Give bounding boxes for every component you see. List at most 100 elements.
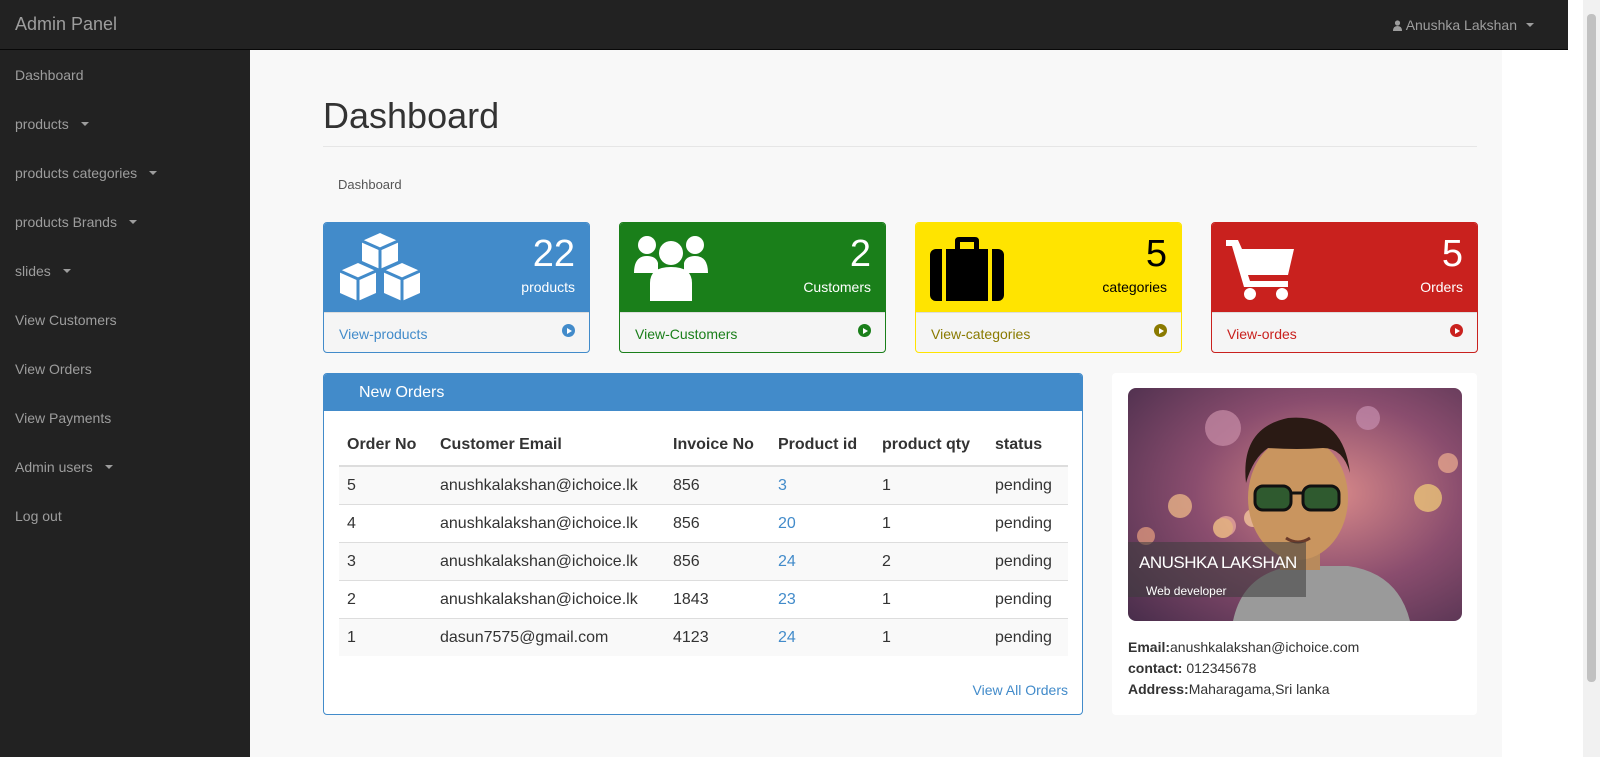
product-id-link[interactable]: 3: [778, 477, 787, 494]
view-orders-link[interactable]: View-ordes: [1212, 312, 1477, 352]
profile-email-row: Email:anushkalakshan@ichoice.com: [1128, 637, 1359, 658]
stat-card-customers: 2 Customers View-Customers: [619, 222, 886, 353]
order-no-cell: 2: [339, 580, 432, 619]
invoice-no-cell: 856: [665, 504, 770, 543]
briefcase-icon: [930, 237, 1004, 301]
stat-value: 5: [1441, 233, 1463, 275]
top-navbar: Admin Panel Anushka Lakshan: [0, 0, 1568, 50]
sidebar: Dashboard products products categories p…: [0, 50, 250, 757]
view-all-orders-link[interactable]: View All Orders: [973, 682, 1068, 698]
user-icon: [1392, 19, 1402, 31]
profile-info: Email:anushkalakshan@ichoice.com contact…: [1128, 637, 1359, 700]
sidebar-item-label: products: [15, 116, 69, 132]
address-label: Address:: [1128, 681, 1189, 697]
stat-link-label: View-categories: [931, 326, 1031, 342]
order-no-cell: 5: [339, 465, 432, 505]
sidebar-item-label: Dashboard: [15, 67, 84, 83]
customer-email-cell: anushkalakshan@ichoice.lk: [432, 580, 665, 619]
column-header: Order No: [339, 426, 432, 467]
view-products-link[interactable]: View-products: [324, 312, 589, 352]
table-row: 4 anushkalakshan@ichoice.lk 856 20 1 pen…: [339, 504, 1068, 543]
arrow-circle-right-icon: [562, 324, 575, 337]
main-content: Dashboard Dashboard 22 products View-pro…: [250, 50, 1502, 757]
stat-card-orders: 5 Orders View-ordes: [1211, 222, 1478, 353]
stat-value: 5: [1145, 233, 1167, 275]
email-value: anushkalakshan@ichoice.com: [1170, 639, 1360, 655]
sidebar-item-label: products categories: [15, 165, 138, 181]
cart-icon: [1226, 240, 1294, 300]
product-qty-cell: 1: [874, 465, 987, 505]
panel-title: New Orders: [324, 374, 1082, 411]
order-no-cell: 3: [339, 542, 432, 581]
product-id-link[interactable]: 20: [778, 515, 796, 532]
brand-link[interactable]: Admin Panel: [15, 14, 117, 35]
customer-email-cell: anushkalakshan@ichoice.lk: [432, 504, 665, 543]
sidebar-item-admin-users[interactable]: Admin users: [0, 442, 250, 491]
invoice-no-cell: 1843: [665, 580, 770, 619]
sidebar-item-products-brands[interactable]: products Brands: [0, 197, 250, 246]
sidebar-item-view-customers[interactable]: View Customers: [0, 295, 250, 344]
table-row: 1 dasun7575@gmail.com 4123 24 1 pending: [339, 618, 1068, 656]
sidebar-item-products-categories[interactable]: products categories: [0, 148, 250, 197]
stat-link-label: View-Customers: [635, 326, 738, 342]
product-id-link[interactable]: 24: [778, 553, 796, 570]
view-customers-link[interactable]: View-Customers: [620, 312, 885, 352]
scrollbar[interactable]: [1583, 0, 1600, 757]
sidebar-item-label: Admin users: [15, 459, 93, 475]
stat-label: products: [521, 279, 575, 295]
column-header: Invoice No: [665, 426, 770, 467]
arrow-circle-right-icon: [1450, 324, 1463, 337]
product-id-link[interactable]: 24: [778, 629, 796, 646]
sidebar-item-log-out[interactable]: Log out: [0, 491, 250, 540]
table-header-row: Order No Customer Email Invoice No Produ…: [339, 426, 1068, 467]
invoice-no-cell: 856: [665, 542, 770, 581]
sidebar-item-dashboard[interactable]: Dashboard: [0, 50, 250, 99]
sidebar-item-slides[interactable]: slides: [0, 246, 250, 295]
status-cell: pending: [987, 504, 1068, 543]
chevron-down-icon: [80, 122, 89, 126]
user-name: Anushka Lakshan: [1405, 17, 1517, 33]
sidebar-item-view-orders[interactable]: View Orders: [0, 344, 250, 393]
contact-label: contact:: [1128, 660, 1183, 676]
profile-name: ANUSHKA LAKSHAN: [1139, 553, 1297, 572]
sidebar-item-label: View Orders: [15, 361, 92, 377]
sidebar-item-label: slides: [15, 263, 51, 279]
column-header: status: [987, 426, 1068, 467]
table-row: 5 anushkalakshan@ichoice.lk 856 3 1 pend…: [339, 465, 1068, 505]
product-qty-cell: 1: [874, 580, 987, 619]
product-id-cell: 23: [770, 580, 874, 619]
stat-value: 2: [849, 233, 871, 275]
breadcrumb: Dashboard: [338, 177, 402, 192]
order-no-cell: 1: [339, 618, 432, 656]
profile-address-row: Address:Maharagama,Sri lanka: [1128, 679, 1359, 700]
stat-card-categories: 5 categories View-categories: [915, 222, 1182, 353]
address-value: Maharagama,Sri lanka: [1188, 681, 1330, 697]
profile-contact-row: contact: 012345678: [1128, 658, 1359, 679]
sidebar-item-view-payments[interactable]: View Payments: [0, 393, 250, 442]
scrollbar-thumb[interactable]: [1587, 14, 1596, 682]
sidebar-item-products[interactable]: products: [0, 99, 250, 148]
view-categories-link[interactable]: View-categories: [916, 312, 1181, 352]
user-menu[interactable]: Anushka Lakshan: [1392, 17, 1534, 33]
chevron-down-icon: [149, 171, 158, 175]
profile-card: ANUSHKA LAKSHAN Web developer Email:anus…: [1112, 373, 1477, 715]
table-row: 2 anushkalakshan@ichoice.lk 1843 23 1 pe…: [339, 580, 1068, 619]
sidebar-item-label: Log out: [15, 508, 62, 524]
status-cell: pending: [987, 580, 1068, 619]
orders-table: Order No Customer Email Invoice No Produ…: [339, 426, 1068, 656]
stat-label: Customers: [803, 279, 871, 295]
product-id-link[interactable]: 23: [778, 591, 796, 608]
product-id-cell: 24: [770, 542, 874, 581]
stat-link-label: View-products: [339, 326, 428, 342]
cubes-icon: [339, 233, 421, 301]
chevron-down-icon: [1526, 23, 1534, 27]
photo-caption: ANUSHKA LAKSHAN Web developer: [1128, 542, 1306, 598]
invoice-no-cell: 4123: [665, 618, 770, 656]
profile-photo: ANUSHKA LAKSHAN Web developer: [1128, 388, 1462, 621]
customer-email-cell: dasun7575@gmail.com: [432, 618, 665, 656]
arrow-circle-right-icon: [1154, 324, 1167, 337]
users-icon: [634, 236, 708, 301]
status-cell: pending: [987, 618, 1068, 656]
stat-label: Orders: [1420, 279, 1463, 295]
title-divider: [323, 146, 1477, 147]
